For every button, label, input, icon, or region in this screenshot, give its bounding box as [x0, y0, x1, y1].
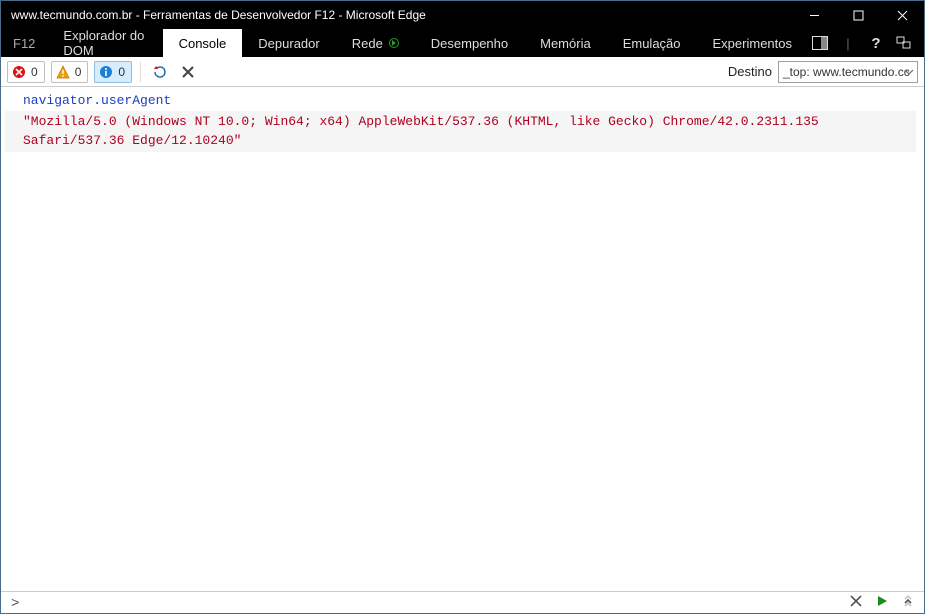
- console-command: navigator.userAgent: [23, 91, 916, 111]
- refresh-icon[interactable]: [149, 61, 171, 83]
- close-x-icon[interactable]: [850, 595, 862, 612]
- tab-debugger[interactable]: Depurador: [242, 29, 335, 57]
- window-controls: [792, 1, 924, 29]
- info-count: 0: [118, 65, 125, 79]
- chevron-down-icon: [904, 66, 914, 80]
- toolbar-right: Destino _top: www.tecmundo.cc: [728, 61, 918, 83]
- sep-icon: |: [836, 31, 860, 55]
- help-icon[interactable]: ?: [864, 31, 888, 55]
- devtools-tabbar: F12 Explorador do DOM Console Depurador …: [1, 29, 924, 57]
- error-icon: [12, 65, 26, 79]
- target-label: Destino: [728, 64, 772, 79]
- menubar-right: | ?: [808, 29, 924, 57]
- info-icon: [99, 65, 113, 79]
- console-output-area[interactable]: navigator.userAgent "Mozilla/5.0 (Window…: [1, 87, 924, 591]
- run-icon[interactable]: [876, 595, 888, 612]
- prompt-icon: >: [11, 596, 19, 612]
- tab-dom-explorer[interactable]: Explorador do DOM: [47, 29, 162, 57]
- console-input-bar: >: [1, 591, 924, 615]
- f12-label: F12: [1, 29, 47, 57]
- clear-icon[interactable]: [177, 61, 199, 83]
- separator: [140, 62, 141, 82]
- close-button[interactable]: [880, 1, 924, 29]
- tab-emulation[interactable]: Emulação: [607, 29, 697, 57]
- console-toolbar: 0 0 0 Destino _top: www.tecmundo.cc: [1, 57, 924, 87]
- window-title: www.tecmundo.com.br - Ferramentas de Des…: [11, 8, 792, 22]
- info-counter[interactable]: 0: [94, 61, 132, 83]
- target-value: _top: www.tecmundo.cc: [783, 65, 910, 79]
- tab-network-label: Rede: [352, 36, 383, 51]
- tab-experiments[interactable]: Experimentos: [697, 29, 808, 57]
- footer-right: [850, 595, 914, 612]
- tab-memory[interactable]: Memória: [524, 29, 607, 57]
- record-icon: [389, 38, 399, 48]
- warning-icon: [56, 65, 70, 79]
- warning-counter[interactable]: 0: [51, 61, 89, 83]
- window-titlebar: www.tecmundo.com.br - Ferramentas de Des…: [1, 1, 924, 29]
- tab-performance[interactable]: Desempenho: [415, 29, 524, 57]
- target-select[interactable]: _top: www.tecmundo.cc: [778, 61, 918, 83]
- dock-icon[interactable]: [808, 31, 832, 55]
- maximize-button[interactable]: [836, 1, 880, 29]
- tab-network[interactable]: Rede: [336, 29, 415, 57]
- tab-console[interactable]: Console: [163, 29, 243, 57]
- pin-icon[interactable]: [892, 31, 916, 55]
- warning-count: 0: [75, 65, 82, 79]
- error-counter[interactable]: 0: [7, 61, 45, 83]
- minimize-button[interactable]: [792, 1, 836, 29]
- expand-icon[interactable]: [902, 595, 914, 612]
- console-output: "Mozilla/5.0 (Windows NT 10.0; Win64; x6…: [5, 111, 916, 152]
- error-count: 0: [31, 65, 38, 79]
